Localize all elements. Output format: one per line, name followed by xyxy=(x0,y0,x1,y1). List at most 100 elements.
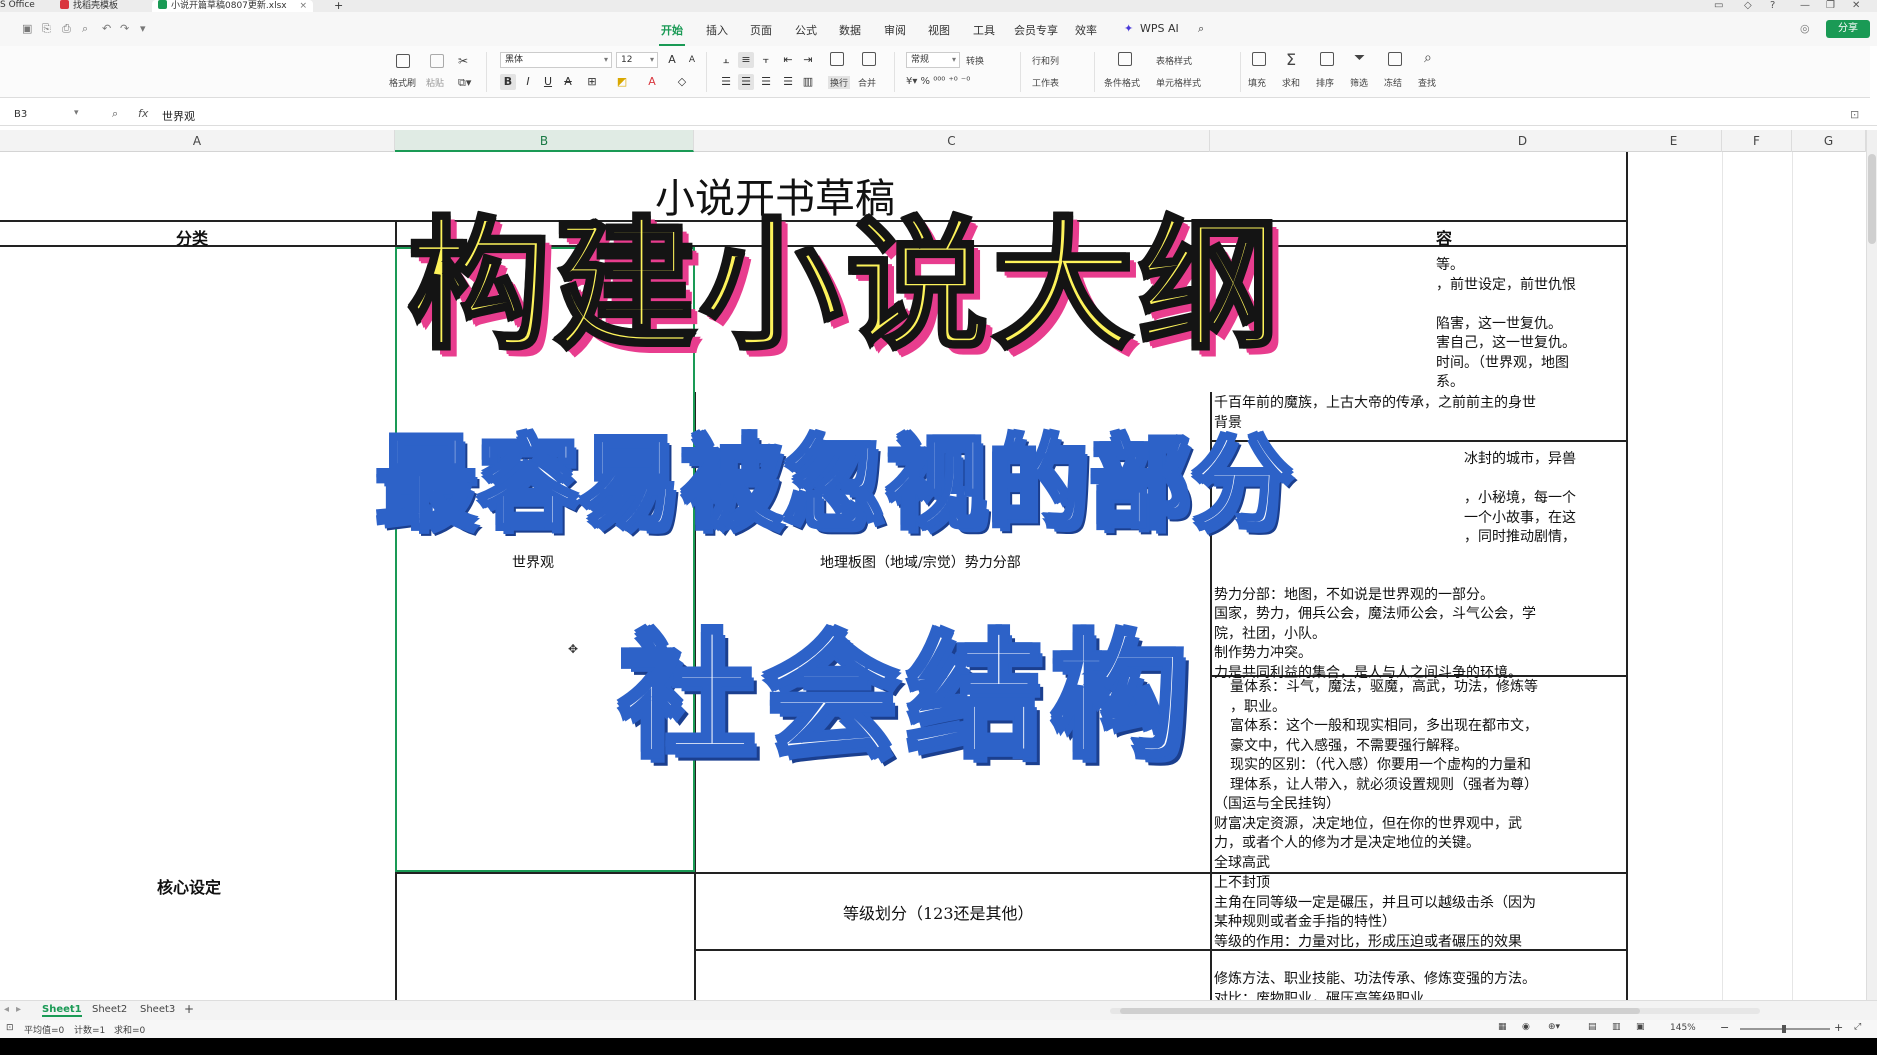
menu-view[interactable]: 视图 xyxy=(928,22,950,38)
close-tab-icon[interactable]: × xyxy=(299,1,307,11)
vertical-scrollbar[interactable] xyxy=(1866,130,1877,1000)
menu-review[interactable]: 审阅 xyxy=(884,22,906,38)
cut-icon[interactable]: ✂ xyxy=(458,54,468,68)
sum-icon[interactable]: Σ xyxy=(1286,50,1296,69)
search-icon[interactable]: ⌕ xyxy=(1198,22,1204,36)
col-header-b[interactable]: B xyxy=(395,130,694,152)
menu-insert[interactable]: 插入 xyxy=(706,22,728,38)
formula-input[interactable]: 世界观 xyxy=(162,108,195,124)
wrap-button[interactable]: 换行 xyxy=(828,76,851,89)
justify-icon[interactable]: ☰ xyxy=(780,74,796,90)
convert-button[interactable]: 转换 xyxy=(966,54,984,67)
restore-icon[interactable]: ▭ xyxy=(1714,0,1723,11)
minimize-icon[interactable]: — xyxy=(1800,0,1810,11)
sort-icon[interactable] xyxy=(1320,52,1334,66)
cube-icon[interactable]: ◇ xyxy=(1744,0,1752,11)
redo-icon[interactable]: ↷ xyxy=(120,22,129,35)
preview-icon[interactable]: ⌕ xyxy=(82,22,88,36)
bold-icon[interactable]: B xyxy=(500,74,516,90)
tab-template[interactable]: 找稻壳模板 xyxy=(60,0,118,12)
distribute-icon[interactable]: ▥ xyxy=(800,74,816,90)
vertical-scroll-thumb[interactable] xyxy=(1868,154,1876,244)
fullscreen-icon[interactable]: ⤢ xyxy=(1854,1022,1861,1032)
table-style-button[interactable]: 表格样式 xyxy=(1156,54,1192,67)
freeze-icon[interactable] xyxy=(1388,52,1402,66)
add-sheet-icon[interactable]: + xyxy=(184,1002,194,1016)
indent-decrease-icon[interactable]: ⇤ xyxy=(780,52,796,68)
currency-icon[interactable]: ¥▾ % ⁰⁰⁰ ⁺⁰ ⁻⁰ xyxy=(906,76,970,87)
eye-protect-icon[interactable]: ◉ xyxy=(1522,1022,1530,1032)
name-box-dropdown-icon[interactable]: ▾ xyxy=(74,108,79,118)
share-button[interactable]: 分享 xyxy=(1826,20,1870,38)
worksheet-button[interactable]: 工作表 xyxy=(1032,76,1059,89)
col-header-c[interactable]: C xyxy=(694,130,1210,152)
font-name-select[interactable]: 黑体 xyxy=(500,52,612,68)
prev-sheet-icon[interactable]: ◂ xyxy=(4,1004,9,1015)
format-painter-icon[interactable] xyxy=(396,54,410,68)
save-icon[interactable]: ▣ xyxy=(22,22,32,35)
menu-wps-ai[interactable]: WPS AI xyxy=(1140,22,1179,35)
align-right-icon[interactable]: ☰ xyxy=(758,74,774,90)
zoom-in-icon[interactable]: + xyxy=(1834,1021,1843,1034)
fill-color-icon[interactable]: ◩ xyxy=(614,74,630,90)
merge-button[interactable]: 合并 xyxy=(858,76,876,89)
italic-icon[interactable]: I xyxy=(520,74,536,90)
sheet-tab-3[interactable]: Sheet3 xyxy=(140,1004,175,1015)
more-icon[interactable]: ▾ xyxy=(140,22,146,35)
close-window-icon[interactable]: ✕ xyxy=(1852,0,1860,11)
col-header-a[interactable]: A xyxy=(0,130,395,152)
row-col-button[interactable]: 行和列 xyxy=(1032,54,1059,67)
zoom-slider-thumb[interactable] xyxy=(1782,1025,1786,1033)
align-center-icon[interactable]: ☰ xyxy=(738,74,754,90)
align-middle-icon[interactable]: ≡ xyxy=(738,52,754,68)
page-break-icon[interactable]: ▣ xyxy=(1636,1022,1645,1032)
merge-icon[interactable] xyxy=(862,52,876,66)
zoom-search-icon[interactable]: ⌕ xyxy=(112,107,118,121)
tab-workbook[interactable]: 小说开篇草稿0807更新.xlsx × xyxy=(152,0,314,12)
strikethrough-icon[interactable]: A xyxy=(560,74,576,90)
page-layout-icon[interactable]: ▥ xyxy=(1612,1022,1621,1032)
wps-ai-icon[interactable]: ✦ xyxy=(1124,22,1133,35)
underline-icon[interactable]: U xyxy=(540,74,556,90)
undo-icon[interactable]: ↶ xyxy=(102,22,111,35)
paste-icon[interactable] xyxy=(430,54,444,68)
menu-home[interactable]: 开始 xyxy=(659,22,685,46)
clear-format-icon[interactable]: ◇ xyxy=(674,74,690,90)
align-bottom-icon[interactable]: ⫟ xyxy=(758,52,774,68)
horizontal-scrollbar[interactable] xyxy=(1110,1008,1760,1014)
view-options-icon[interactable]: ⊕▾ xyxy=(1548,1022,1560,1032)
sheet-tab-1[interactable]: Sheet1 xyxy=(42,1004,82,1017)
col-header-g[interactable]: G xyxy=(1792,130,1866,152)
new-tab-button[interactable]: + xyxy=(334,0,343,12)
col-header-f[interactable]: F xyxy=(1722,130,1792,152)
align-top-icon[interactable]: ⫠ xyxy=(718,52,734,68)
zoom-out-icon[interactable]: − xyxy=(1720,1021,1729,1034)
indent-increase-icon[interactable]: ⇥ xyxy=(800,52,816,68)
font-shrink-icon[interactable]: A xyxy=(684,52,700,68)
normal-view-icon[interactable]: ▤ xyxy=(1588,1022,1597,1032)
print-icon[interactable]: ⎙ xyxy=(62,22,71,36)
menu-tools[interactable]: 工具 xyxy=(973,22,995,38)
copy-icon[interactable]: ⧉▾ xyxy=(458,76,471,90)
cond-format-icon[interactable] xyxy=(1118,52,1132,66)
font-grow-icon[interactable]: A xyxy=(664,52,680,68)
menu-page[interactable]: 页面 xyxy=(750,22,772,38)
col-header-e[interactable]: E xyxy=(1626,130,1722,152)
export-icon[interactable]: ⎘ xyxy=(42,22,51,36)
find-icon[interactable]: ⌕ xyxy=(1424,50,1432,66)
help-icon[interactable]: ? xyxy=(1770,0,1775,11)
border-icon[interactable]: ⊞ xyxy=(584,74,600,90)
font-size-select[interactable]: 12 xyxy=(616,52,658,68)
sheet-tab-2[interactable]: Sheet2 xyxy=(92,1004,127,1015)
font-color-icon[interactable]: A xyxy=(644,74,660,90)
maximize-icon[interactable]: ❐ xyxy=(1826,0,1835,11)
sync-icon[interactable]: ◎ xyxy=(1800,22,1810,35)
menu-member[interactable]: 会员专享 xyxy=(1014,22,1058,38)
wrap-icon[interactable] xyxy=(830,52,844,66)
align-left-icon[interactable]: ☰ xyxy=(718,74,734,90)
filter-icon[interactable]: ⏷ xyxy=(1354,50,1365,66)
menu-formula[interactable]: 公式 xyxy=(795,22,817,38)
fill-icon[interactable] xyxy=(1252,52,1266,66)
menu-data[interactable]: 数据 xyxy=(839,22,861,38)
next-sheet-icon[interactable]: ▸ xyxy=(16,1004,21,1015)
